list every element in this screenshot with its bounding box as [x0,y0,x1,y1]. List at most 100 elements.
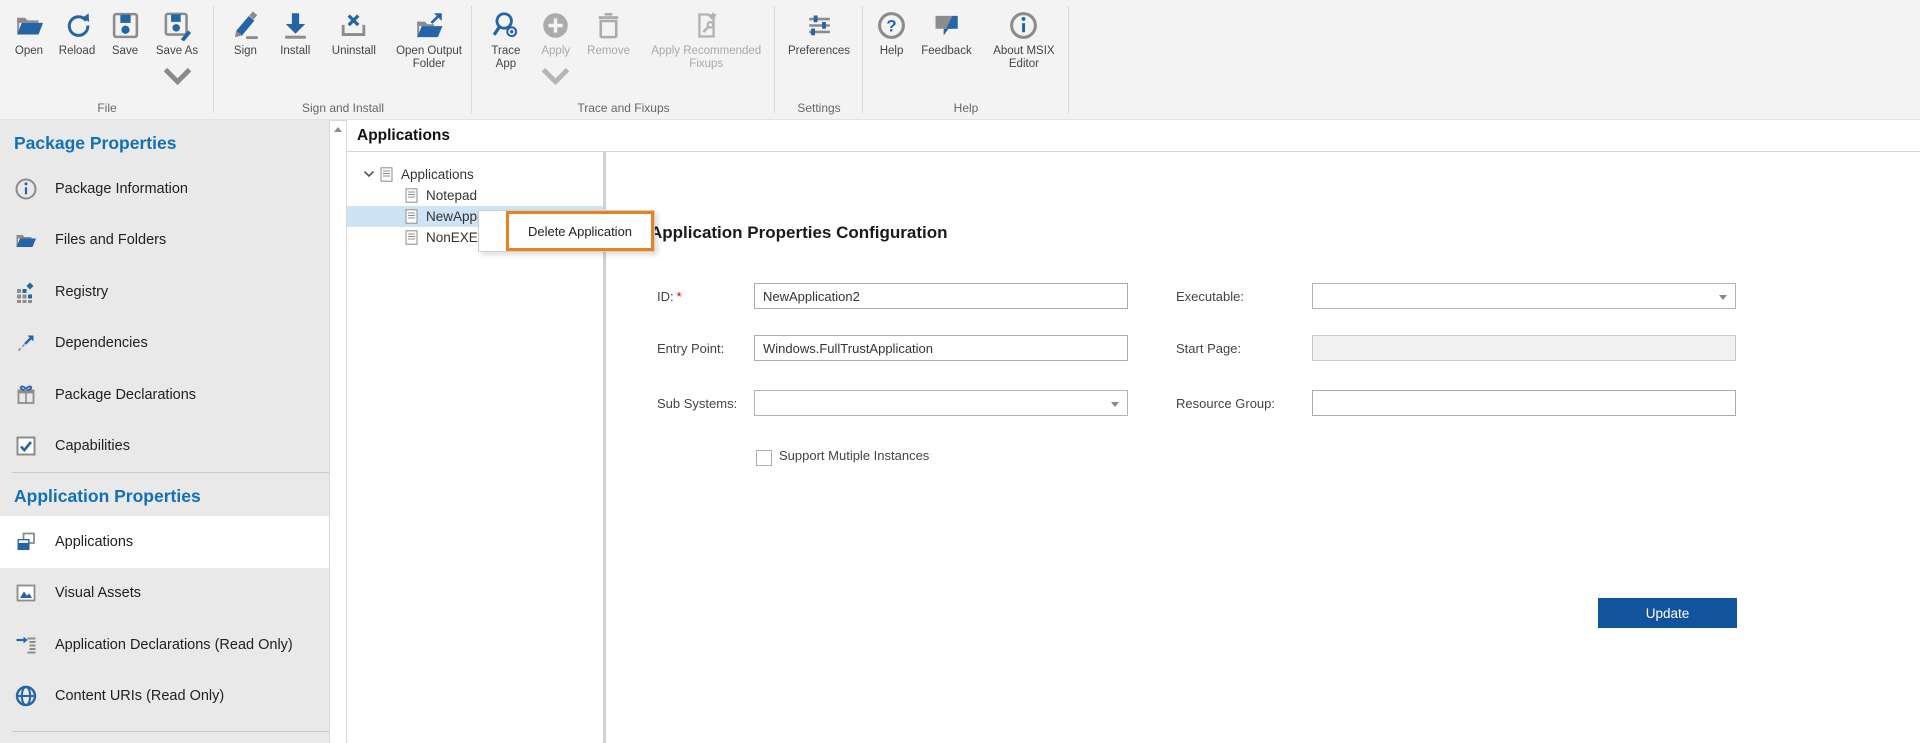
sidebar-item-label: Content URIs (Read Only) [55,688,225,705]
id-input[interactable] [754,283,1128,309]
sidebar-item-label: Package Declarations [55,386,197,403]
delete-application-menu-item[interactable]: Delete Application [506,211,654,251]
trace-app-button[interactable]: Trace App [480,8,532,71]
remove-button[interactable]: Remove [580,8,638,58]
sidebar-item-label: Registry [55,283,109,300]
button-label: Feedback [921,45,972,57]
button-label: Save [111,45,139,57]
content-area: Package Properties Package Information F… [0,120,1920,743]
form-heading: Application Properties Configuration [650,223,948,242]
open-output-folder-icon [416,13,442,38]
apply-plus-icon [543,13,569,38]
checkbox-label: Support Mutiple Instances [779,448,930,463]
uninstall-button[interactable]: Uninstall [322,8,386,58]
apply-button[interactable]: Apply [532,8,580,96]
page-title: Applications [347,120,1920,152]
install-arrow-icon [284,13,306,39]
sidebar-item-visual-assets[interactable]: Visual Assets [0,568,329,620]
folder-icon [16,235,36,248]
id-label: ID: * [657,288,682,304]
chevron-down-icon [163,67,191,86]
ribbon-group-trace-fixups: Trace App Apply Remove Apply Recommended… [472,0,775,119]
sidebar-item-capabilities[interactable]: Capabilities [0,421,329,473]
button-label: Apply [541,45,571,57]
help-circle-icon: ? [878,12,905,39]
executable-dropdown[interactable] [1312,283,1736,309]
sidebar-section-header: Package Properties [14,133,177,153]
install-button[interactable]: Install [269,8,322,58]
resource-group-input[interactable] [1312,390,1736,416]
ribbon-group-label: Sign and Install [301,101,385,115]
sidebar-item-applications[interactable]: Applications [0,516,329,568]
save-as-button[interactable]: Save As [148,8,206,96]
tree-node-label: Notepad [426,188,478,203]
sidebar-item-package-information[interactable]: Package Information [0,163,329,215]
sidebar-scrollbar[interactable] [329,120,347,743]
update-button[interactable]: Update [1598,598,1737,628]
help-button[interactable]: ? Help [869,8,914,58]
preferences-button[interactable]: Preferences [779,8,859,58]
sign-button[interactable]: Sign [222,8,269,58]
ribbon-group-label: File [97,101,117,115]
tree-node-applications[interactable]: Applications [347,164,603,185]
open-output-folder-button[interactable]: Open Output Folder [386,8,472,71]
start-page-label: Start Page: [1176,340,1242,356]
gift-box-icon [17,385,35,404]
ribbon-group-sign-install: Sign Install Uninstall Open Output Folde… [214,0,472,119]
button-label: Trace App [491,45,521,70]
save-icon [112,12,138,39]
button-label: Install [280,45,311,57]
tree-node-label: NonEXE [426,230,478,245]
entry-point-input[interactable] [754,335,1128,361]
sidebar-item-registry[interactable]: Registry [0,266,329,318]
button-label: Open [14,45,44,57]
sidebar-item-label: Package Information [55,180,188,197]
globe-icon [15,686,37,707]
button-label: Remove [587,45,630,57]
ribbon-group-file: Open Reload Save Save As File [0,0,214,119]
support-multiple-instances-checkbox[interactable] [756,450,772,466]
dependencies-arrow-icon [17,335,34,352]
button-label: Sign [233,45,257,57]
sidebar-section-header: Application Properties [14,486,201,506]
sidebar-item-files-and-folders[interactable]: Files and Folders [0,215,329,267]
sidebar-item-label: Dependencies [55,335,148,352]
about-msix-editor-button[interactable]: About MSIX Editor [979,8,1069,71]
ribbon-toolbar: Open Reload Save Save As File Sign Insta… [0,0,1920,120]
declarations-list-icon [16,636,36,654]
application-properties-form: Application Properties Configuration ID:… [606,152,1920,743]
ribbon-empty-space [1069,0,1920,119]
sub-systems-dropdown[interactable] [754,390,1128,416]
sidebar-item-content-uris[interactable]: Content URIs (Read Only) [0,671,329,723]
dropdown-caret-icon [1111,402,1119,407]
chevron-down-icon [541,67,570,86]
sidebar-item-label: Capabilities [55,438,130,455]
sidebar-item-label: Applications [55,533,134,550]
feedback-button[interactable]: Feedback [914,8,979,58]
sidebar-item-package-declarations[interactable]: Package Declarations [0,369,329,421]
navigation-sidebar: Package Properties Package Information F… [0,120,329,743]
required-asterisk: * [676,288,682,304]
apply-recommended-fixups-button[interactable]: Apply Recommended Fixups [637,8,775,71]
tree-node-notepad[interactable]: Notepad [347,185,603,206]
start-page-input[interactable] [1312,335,1736,361]
sidebar-item-label: Application Declarations (Read Only) [55,636,293,653]
sidebar-item-dependencies[interactable]: Dependencies [0,318,329,370]
about-info-icon [1010,12,1038,39]
scrollbar-up-arrow[interactable] [330,121,346,138]
ribbon-group-label: Trace and Fixups [577,101,670,115]
open-folder-icon [16,17,43,35]
button-label: Preferences [787,45,850,57]
button-label: Save As [155,45,199,57]
button-label: Help [879,45,904,57]
save-button[interactable]: Save [102,8,148,58]
reload-icon [67,13,89,37]
dropdown-caret-icon [1719,295,1727,300]
sidebar-item-application-declarations[interactable]: Application Declarations (Read Only) [0,619,329,671]
image-icon [16,584,36,602]
reload-button[interactable]: Reload [52,8,102,58]
sidebar-divider [12,731,329,732]
sub-systems-label: Sub Systems: [657,395,738,411]
open-button[interactable]: Open [6,8,52,58]
ribbon-group-label: Settings [797,101,841,115]
